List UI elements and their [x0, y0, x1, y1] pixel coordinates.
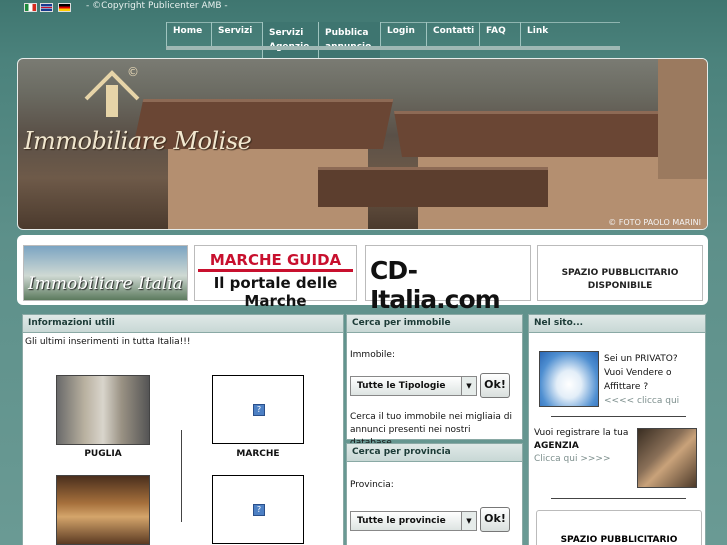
ad-space-line2: DISPONIBILE	[587, 281, 653, 291]
ad-space-available[interactable]: SPAZIO PUBBLICITARIO DISPONIBILE	[537, 245, 703, 301]
private-text: Vuoi Vendere o Affittare ?	[604, 368, 672, 392]
header-banner: © Immobiliare Molise © FOTO PAOLO MARINI	[17, 58, 708, 230]
agency-link[interactable]: Clicca qui >>>>	[534, 453, 634, 466]
listing-divider	[181, 430, 182, 522]
nav-login[interactable]: Login	[380, 22, 426, 46]
agency-block: Vuoi registrare la tua AGENZIA Clicca qu…	[534, 427, 634, 466]
ad-cd-italia[interactable]: CD-Italia.com	[365, 245, 531, 314]
property-type-select[interactable]: Tutte le Tipologie ▼	[350, 376, 477, 396]
site-ad-space[interactable]: SPAZIO PUBBLICITARIO	[536, 510, 702, 545]
banner-copyright-mark: ©	[127, 65, 139, 79]
agency-word: AGENZIA	[534, 441, 579, 451]
property-type-value: Tutte le Tipologie	[357, 381, 446, 391]
listing-photo-marche[interactable]: ?	[212, 375, 304, 444]
province-label: Provincia:	[350, 480, 394, 490]
private-clouds-image[interactable]	[539, 351, 599, 407]
ad-marche-guida-subtitle: Il portale delle Marche	[213, 274, 338, 310]
ad-marche-guida-title: MARCHE GUIDA	[198, 251, 353, 272]
private-question: Sei un PRIVATO?	[604, 354, 678, 364]
chevron-down-icon: ▼	[461, 512, 476, 530]
site-divider	[551, 416, 686, 417]
copyright-text: - ©Copyright Publicenter AMB -	[86, 1, 228, 11]
search-ok-button[interactable]: Ok!	[480, 373, 510, 398]
german-flag-icon[interactable]	[58, 3, 71, 12]
agency-text: Vuoi registrare la tua	[534, 428, 629, 438]
site-panel: Nel sito... Sei un PRIVATO? Vuoi Vendere…	[528, 314, 706, 545]
province-value: Tutte le provincie	[357, 516, 446, 526]
search-province-panel: Cerca per provincia Provincia: Tutte le …	[346, 443, 523, 545]
nav-contatti[interactable]: Contatti	[426, 22, 479, 46]
info-panel-title: Informazioni utili	[23, 315, 343, 333]
site-divider-2	[551, 498, 686, 499]
photo-credit: © FOTO PAOLO MARINI	[608, 218, 701, 227]
agency-photo[interactable]	[637, 428, 697, 488]
listing-caption-puglia[interactable]: PUGLIA	[57, 449, 149, 459]
province-panel-title: Cerca per provincia	[347, 444, 522, 462]
ad-marche-guida[interactable]: MARCHE GUIDA Il portale delle Marche	[194, 245, 357, 310]
listing-photo-4[interactable]: ?	[212, 475, 304, 544]
ad-space-line1: SPAZIO PUBBLICITARIO	[561, 268, 679, 278]
private-link[interactable]: <<<< clicca qui	[604, 394, 704, 408]
nav-bottom-bar	[166, 46, 620, 50]
province-ok-button[interactable]: Ok!	[480, 507, 510, 532]
broken-image-icon: ?	[253, 404, 265, 416]
broken-image-icon: ?	[253, 504, 265, 516]
english-flag-icon[interactable]	[40, 3, 53, 12]
province-select[interactable]: Tutte le provincie ▼	[350, 511, 477, 531]
ad-immobiliare-italia[interactable]: Immobiliare Italia	[23, 245, 188, 301]
nav-pubblica-annuncio[interactable]: Pubblica annuncio	[318, 22, 380, 58]
search-panel-title: Cerca per immobile	[347, 315, 522, 333]
info-panel: Informazioni utili Gli ultimi inseriment…	[22, 314, 344, 545]
chevron-down-icon: ▼	[461, 377, 476, 395]
nav-home[interactable]: Home	[166, 22, 211, 46]
listing-photo-3[interactable]	[56, 475, 150, 545]
nav-faq[interactable]: FAQ	[479, 22, 520, 46]
nav-servizi-agenzie[interactable]: Servizi Agenzie	[262, 22, 318, 58]
property-label: Immobile:	[350, 350, 395, 360]
banner-title: Immobiliare Molise	[24, 127, 252, 155]
nav-link[interactable]: Link	[520, 22, 560, 46]
site-panel-title: Nel sito...	[529, 315, 705, 333]
info-intro: Gli ultimi inserimenti in tutta Italia!!…	[25, 337, 191, 347]
search-property-panel: Cerca per immobile Immobile: Tutte le Ti…	[346, 314, 523, 448]
private-block: Sei un PRIVATO? Vuoi Vendere o Affittare…	[604, 352, 704, 408]
italian-flag-icon[interactable]	[24, 3, 37, 12]
nav-servizi[interactable]: Servizi	[211, 22, 262, 46]
listing-caption-marche[interactable]: MARCHE	[212, 449, 304, 459]
listing-photo-puglia[interactable]	[56, 375, 150, 445]
